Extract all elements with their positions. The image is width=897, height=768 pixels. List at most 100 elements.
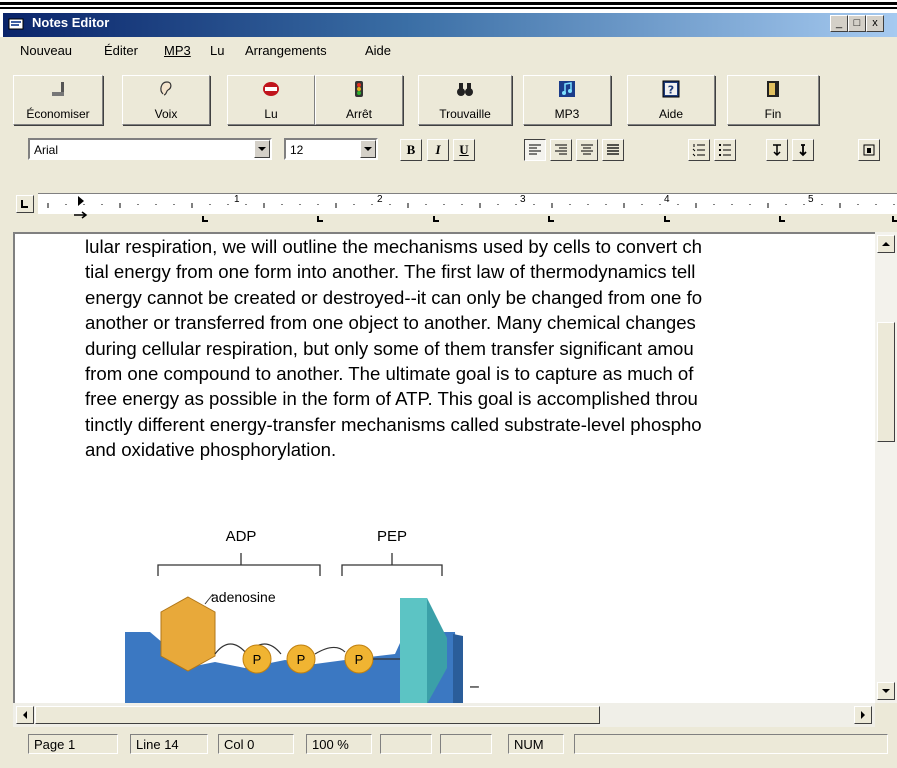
menu-nouveau[interactable]: Nouveau [20,43,72,58]
voice-button[interactable]: Voix [122,75,210,125]
app-icon [8,18,24,30]
tab-stop-icon[interactable] [664,216,670,222]
help-icon: ? [662,80,680,98]
down-arrow-icon [799,144,807,157]
tab-stop-button[interactable] [16,195,34,213]
read-button[interactable]: Lu [227,75,315,125]
menu-arrangements[interactable]: Arrangements [245,43,327,58]
adp-label: ADP [226,528,257,545]
bullet-list-button[interactable] [714,139,736,161]
tab-stop-icon[interactable] [433,216,439,222]
indent-arrow-icon [773,144,781,157]
ruler-mark-3: 3 [520,194,526,205]
ear-icon [160,81,172,96]
box-button[interactable] [858,139,880,161]
phosphate-1-label: P [253,652,262,667]
window-title: Notes Editor [32,15,110,30]
atp-figure: ADP PEP adenosine P P P – [125,528,479,703]
size-select[interactable]: 12 [284,138,378,160]
bold-button[interactable]: B [400,139,422,161]
find-label: Trouvaille [439,107,491,121]
status-num: NUM [508,734,564,754]
adenosine-shape [160,596,216,672]
phosphate-3-label: P [355,652,364,667]
pep-bracket [341,553,443,576]
indent-marker-icon[interactable] [78,196,84,206]
close-button[interactable]: x [866,15,884,32]
music-note-icon [559,81,575,97]
align-center-button[interactable] [576,139,598,161]
minimize-button[interactable]: _ [830,15,848,32]
ruler[interactable]: 1 2 3 4 5 [0,183,897,231]
italic-button[interactable]: I [427,139,449,161]
menu-lu[interactable]: Lu [210,43,224,58]
line-spacing-button[interactable] [766,139,788,161]
align-left-button[interactable] [524,139,546,161]
status-empty-3 [574,734,888,754]
bullet-list-icon [719,144,731,156]
scroll-down-button[interactable] [877,682,895,700]
save-icon [52,82,64,96]
scroll-left-button[interactable] [16,706,34,724]
save-button[interactable]: Économiser [13,75,103,125]
status-empty-1 [380,734,432,754]
ruler-mark-1: 1 [234,194,240,205]
title-border-2 [0,7,897,9]
maximize-button[interactable]: □ [848,15,866,32]
help-label: Aide [658,107,684,121]
app-window: Notes Editor _ □ x Nouveau Éditer MP3 Lu… [0,0,897,768]
menu-mp3[interactable]: MP3 [164,43,191,58]
title-bar[interactable]: Notes Editor _ □ x [0,0,897,37]
chevron-down-icon[interactable] [254,140,270,158]
font-value: Arial [34,143,59,157]
svg-text:?: ? [668,84,674,97]
horizontal-scrollbar[interactable] [13,703,875,727]
menu-aide[interactable]: Aide [365,43,391,58]
status-zoom-text: 100 % [312,737,349,752]
menu-editer[interactable]: Éditer [104,43,138,58]
scroll-thumb[interactable] [877,322,895,442]
menu-bar: Nouveau Éditer MP3 Lu Arrangements Aide [0,38,897,62]
align-left-icon [529,144,541,155]
first-line-indent-icon[interactable] [74,211,88,219]
vertical-scrollbar[interactable] [875,232,897,703]
tab-stop-icon[interactable] [779,216,785,222]
status-empty-2 [440,734,492,754]
arrow-up-icon [882,242,890,246]
adp-bracket [157,553,321,576]
enzyme-edge [453,634,463,703]
paragraph-spacing-button[interactable] [792,139,814,161]
status-line: Line 14 [130,734,208,754]
voice-label: Voix [154,107,178,121]
font-select[interactable]: Arial [28,138,272,160]
help-button[interactable]: ? Aide [627,75,715,125]
scroll-right-button[interactable] [854,706,872,724]
tab-stop-icon[interactable] [892,216,897,222]
chevron-down-icon[interactable] [360,140,376,158]
numbered-list-button[interactable] [688,139,710,161]
align-center-icon [581,144,593,155]
ruler-mark-5: 5 [808,194,814,205]
traffic-light-icon [355,81,363,97]
h-scroll-thumb[interactable] [35,706,600,724]
mp3-button[interactable]: MP3 [523,75,611,125]
scroll-up-button[interactable] [877,235,895,253]
ruler-mark-2: 2 [377,194,383,205]
numbered-list-icon [692,144,705,157]
tab-stop-icon[interactable] [317,216,323,222]
arrow-right-icon [861,711,865,719]
stop-button[interactable]: Arrêt [315,75,403,125]
underline-button[interactable]: U [453,139,475,161]
minus-sign: – [470,678,479,695]
find-button[interactable]: Trouvaille [418,75,512,125]
align-right-button[interactable] [550,139,572,161]
adenosine-label: adenosine [211,589,276,605]
tab-stop-icon[interactable] [202,216,208,222]
align-justify-button[interactable] [602,139,624,161]
format-toolbar: Arial 12 B I U [0,130,897,180]
arrow-left-icon [23,711,27,719]
status-page: Page 1 [28,734,118,754]
tab-stop-icon[interactable] [548,216,554,222]
document-area[interactable]: lular respiration, we will outline the m… [13,232,875,703]
exit-button[interactable]: Fin [727,75,819,125]
